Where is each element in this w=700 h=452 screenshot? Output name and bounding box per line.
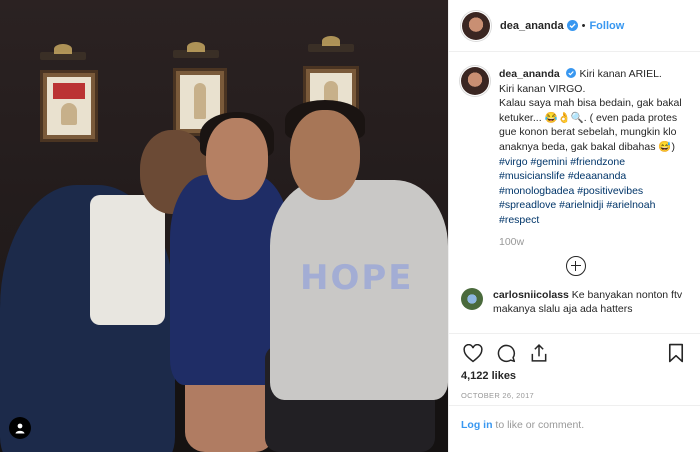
comments-list[interactable]: dea_ananda Kiri kanan ARIEL. Kiri kanan … <box>449 53 700 332</box>
comment-text: carlosniicolass Ke banyakan nonton ftv m… <box>493 288 690 317</box>
hashtags[interactable]: #virgo #gemini #friendzone #musicianslif… <box>499 156 655 226</box>
verified-badge-icon <box>566 20 578 31</box>
avatar[interactable] <box>461 287 483 310</box>
caption-username[interactable]: dea_ananda <box>499 68 560 80</box>
wall-lamp <box>308 36 354 52</box>
post-photo[interactable]: HOPE <box>0 0 448 452</box>
avatar[interactable] <box>462 11 490 40</box>
post-date: October 26, 2017 <box>461 391 535 400</box>
login-suffix: to like or comment. <box>492 419 585 431</box>
comment-icon[interactable] <box>494 341 518 365</box>
action-icons <box>461 334 688 372</box>
login-prompt: Log in to like or comment. <box>449 405 700 452</box>
follow-button[interactable]: Follow <box>589 20 624 32</box>
bookmark-icon[interactable] <box>664 341 688 365</box>
likes-count[interactable]: 4,122 likes <box>461 370 688 382</box>
wall-poster <box>40 70 98 142</box>
caption-text: dea_ananda Kiri kanan ARIEL. Kiri kanan … <box>499 67 690 228</box>
caption-line: Kiri kanan VIRGO. <box>499 82 586 95</box>
wall-lamp <box>40 44 86 60</box>
post-actions: 4,122 likes October 26, 2017 <box>449 333 700 400</box>
shirt-print: HOPE <box>300 258 414 298</box>
post-side-panel: dea_ananda • Follow dea_ananda Kiri kana… <box>448 0 700 452</box>
list-item: carlosniicolass Ke banyakan nonton ftv m… <box>461 287 690 317</box>
person-left-shirt <box>90 195 165 325</box>
post-header: dea_ananda • Follow <box>449 0 700 52</box>
person-right-head <box>290 110 360 200</box>
heart-icon[interactable] <box>461 341 485 365</box>
wall-lamp <box>173 42 219 58</box>
login-link[interactable]: Log in <box>461 419 493 431</box>
caption: dea_ananda Kiri kanan ARIEL. Kiri kanan … <box>461 67 690 228</box>
caption-line: Kiri kanan ARIEL. <box>579 68 662 80</box>
user-tag-icon[interactable] <box>9 417 31 439</box>
person-middle-head <box>206 118 268 200</box>
share-icon[interactable] <box>527 341 551 365</box>
separator-dot: • <box>581 19 586 32</box>
caption-line: Kalau saya mah bisa bedain, gak bakal ke… <box>499 97 682 153</box>
add-circle-icon[interactable] <box>565 255 586 276</box>
comment-username[interactable]: carlosniicolass <box>493 289 569 301</box>
header-username[interactable]: dea_ananda <box>500 20 564 32</box>
avatar[interactable] <box>461 67 489 95</box>
post-age: 100w <box>499 235 525 248</box>
verified-badge-icon <box>565 68 577 79</box>
